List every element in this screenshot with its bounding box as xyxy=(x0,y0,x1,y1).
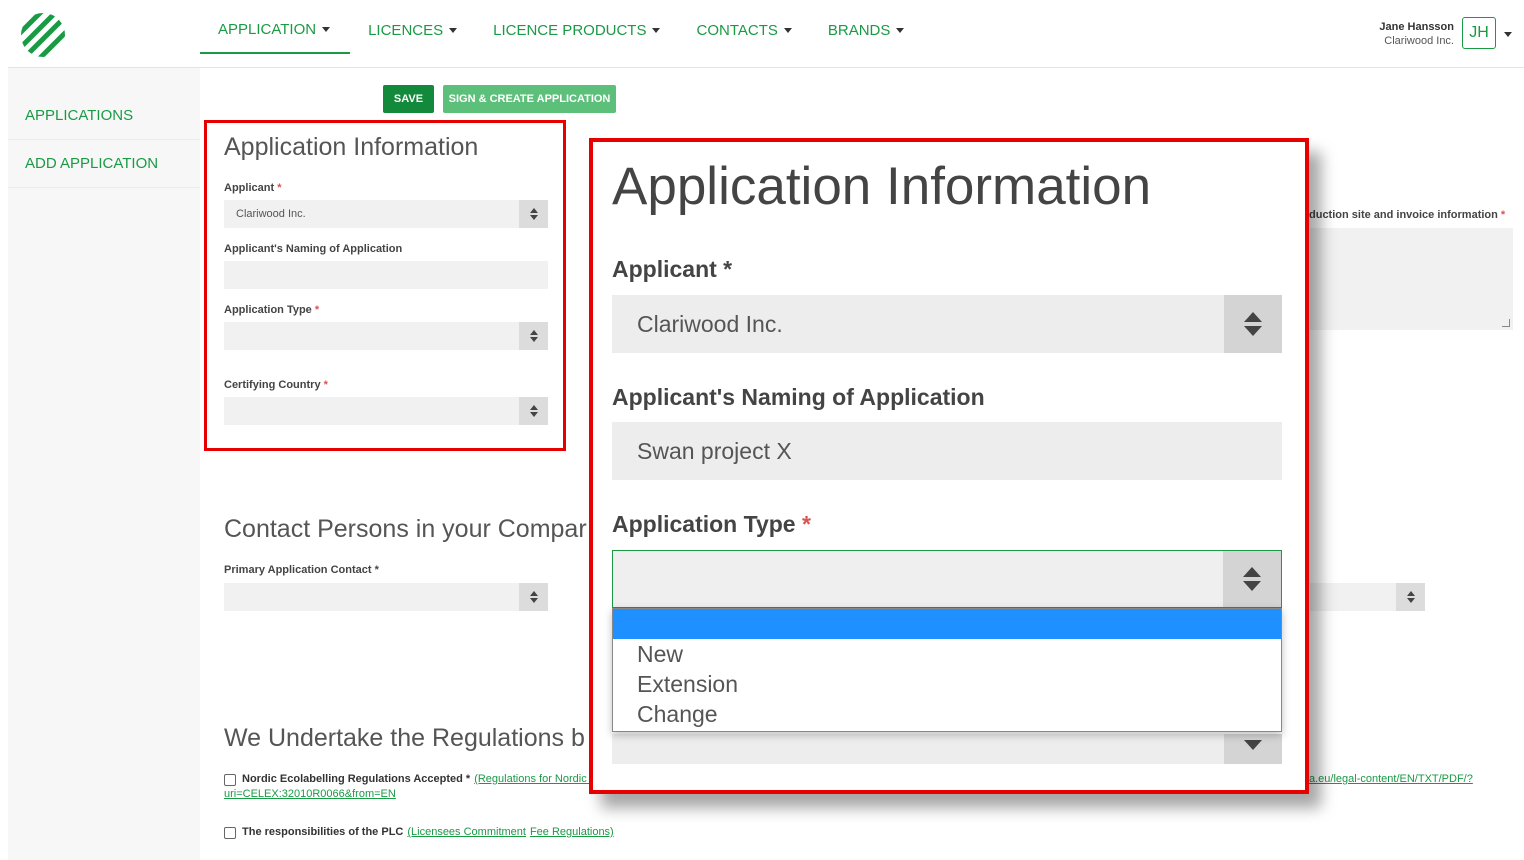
zoom-applicant-select[interactable]: Clariwood Inc. xyxy=(612,295,1282,353)
avatar[interactable]: JH xyxy=(1462,17,1496,49)
select-arrows-icon xyxy=(1224,734,1282,764)
user-info: Jane Hansson Clariwood Inc. xyxy=(1379,20,1454,48)
required-marker: * xyxy=(465,773,471,785)
plc-responsibilities-label: The responsibilities of the PLC xyxy=(242,826,404,838)
plc-responsibilities-row: The responsibilities of the PLC (License… xyxy=(224,826,614,839)
production-site-invoice-label: duction site and invoice information * xyxy=(1309,209,1505,221)
primary-contact-label: Primary Application Contact * xyxy=(224,564,379,576)
dropdown-option-new[interactable]: New xyxy=(613,639,1281,669)
plc-responsibilities-checkbox[interactable] xyxy=(224,827,236,839)
chevron-down-icon xyxy=(449,27,458,33)
zoom-application-type-label: Application Type * xyxy=(612,511,811,538)
zoom-applicant-value: Clariwood Inc. xyxy=(637,310,783,337)
nav-licences[interactable]: LICENCES xyxy=(350,6,475,54)
nav-contacts[interactable]: CONTACTS xyxy=(678,6,809,54)
section-title-contact-persons: Contact Persons in your Compar xyxy=(224,515,587,543)
select-arrows-icon xyxy=(1223,551,1281,607)
select-arrows-icon xyxy=(1224,295,1282,353)
zoom-application-type-select[interactable] xyxy=(612,550,1282,608)
required-marker: * xyxy=(801,511,811,537)
sign-create-application-button[interactable]: SIGN & CREATE APPLICATION xyxy=(443,85,616,113)
zoom-applicant-label: Applicant * xyxy=(612,256,732,283)
required-marker: * xyxy=(723,256,733,282)
dropdown-option-change[interactable]: Change xyxy=(613,699,1281,729)
top-navbar: APPLICATION LICENCES LICENCE PRODUCTS CO… xyxy=(8,6,1524,68)
select-arrows-icon xyxy=(519,583,548,611)
nav-application[interactable]: APPLICATION xyxy=(200,6,351,54)
user-name: Jane Hansson xyxy=(1379,21,1454,33)
production-site-invoice-textarea[interactable] xyxy=(1310,228,1513,330)
regulations-url-right[interactable]: a.eu/legal-content/EN/TXT/PDF/? xyxy=(1309,773,1473,785)
regulations-accepted-checkbox[interactable] xyxy=(224,774,236,786)
select-arrows-icon xyxy=(1396,583,1425,611)
annotation-highlight-box xyxy=(204,120,566,451)
nav-contacts-label: CONTACTS xyxy=(696,21,778,39)
sidebar-item-add-application[interactable]: ADD APPLICATION xyxy=(8,140,200,188)
nav-licences-label: LICENCES xyxy=(368,21,444,39)
required-marker: * xyxy=(1500,209,1506,221)
chevron-down-icon xyxy=(896,27,905,33)
zoomed-callout: Application Information Applicant * Clar… xyxy=(589,138,1309,794)
zoom-applicant-label-text: Applicant xyxy=(612,256,717,282)
main-nav: APPLICATION LICENCES LICENCE PRODUCTS CO… xyxy=(200,6,922,68)
primary-contact-label-text: Primary Application Contact xyxy=(224,564,372,576)
zoom-section-title: Application Information xyxy=(612,157,1152,216)
nordic-swan-logo[interactable] xyxy=(20,12,66,58)
production-site-invoice-label-text: duction site and invoice information xyxy=(1309,209,1498,221)
fee-regulations-link[interactable]: Fee Regulations) xyxy=(530,826,614,838)
primary-contact-select[interactable] xyxy=(224,583,548,611)
user-menu-chevron-icon[interactable] xyxy=(1504,32,1512,37)
dropdown-option-empty[interactable] xyxy=(613,609,1281,639)
dropdown-option-extension[interactable]: Extension xyxy=(613,669,1281,699)
sidebar-item-applications[interactable]: APPLICATIONS xyxy=(8,92,200,140)
sidebar: APPLICATIONS ADD APPLICATION xyxy=(8,68,200,860)
regulations-accepted-row: Nordic Ecolabelling Regulations Accepted… xyxy=(224,773,597,786)
zoom-naming-label: Applicant's Naming of Application xyxy=(612,384,985,410)
chevron-down-icon xyxy=(783,27,792,33)
nav-brands-label: BRANDS xyxy=(827,21,891,39)
nav-licence-products[interactable]: LICENCE PRODUCTS xyxy=(475,6,678,54)
nav-licence-products-label: LICENCE PRODUCTS xyxy=(493,21,647,39)
regulations-url-line[interactable]: uri=CELEX:32010R0066&from=EN xyxy=(224,788,396,800)
zoom-application-type-label-text: Application Type xyxy=(612,511,796,537)
section-title-regulations: We Undertake the Regulations b xyxy=(224,724,585,752)
chevron-down-icon xyxy=(652,27,661,33)
regulations-link[interactable]: (Regulations for Nordic E xyxy=(474,773,597,785)
secondary-contact-select[interactable] xyxy=(1310,583,1425,611)
user-org: Clariwood Inc. xyxy=(1384,35,1454,47)
nav-application-label: APPLICATION xyxy=(218,20,317,38)
chevron-down-icon xyxy=(322,26,331,32)
nav-brands[interactable]: BRANDS xyxy=(810,6,923,54)
required-marker: * xyxy=(374,564,379,576)
zoom-naming-input[interactable]: Swan project X xyxy=(612,422,1282,480)
zoom-certifying-country-select[interactable] xyxy=(612,734,1282,764)
regulations-accepted-label: Nordic Ecolabelling Regulations Accepted xyxy=(242,773,463,785)
resize-handle-icon[interactable] xyxy=(1502,319,1510,327)
application-type-dropdown: New Extension Change xyxy=(612,608,1282,732)
licensees-commitment-link[interactable]: (Licensees Commitment xyxy=(407,826,526,838)
save-button[interactable]: SAVE xyxy=(383,85,434,113)
